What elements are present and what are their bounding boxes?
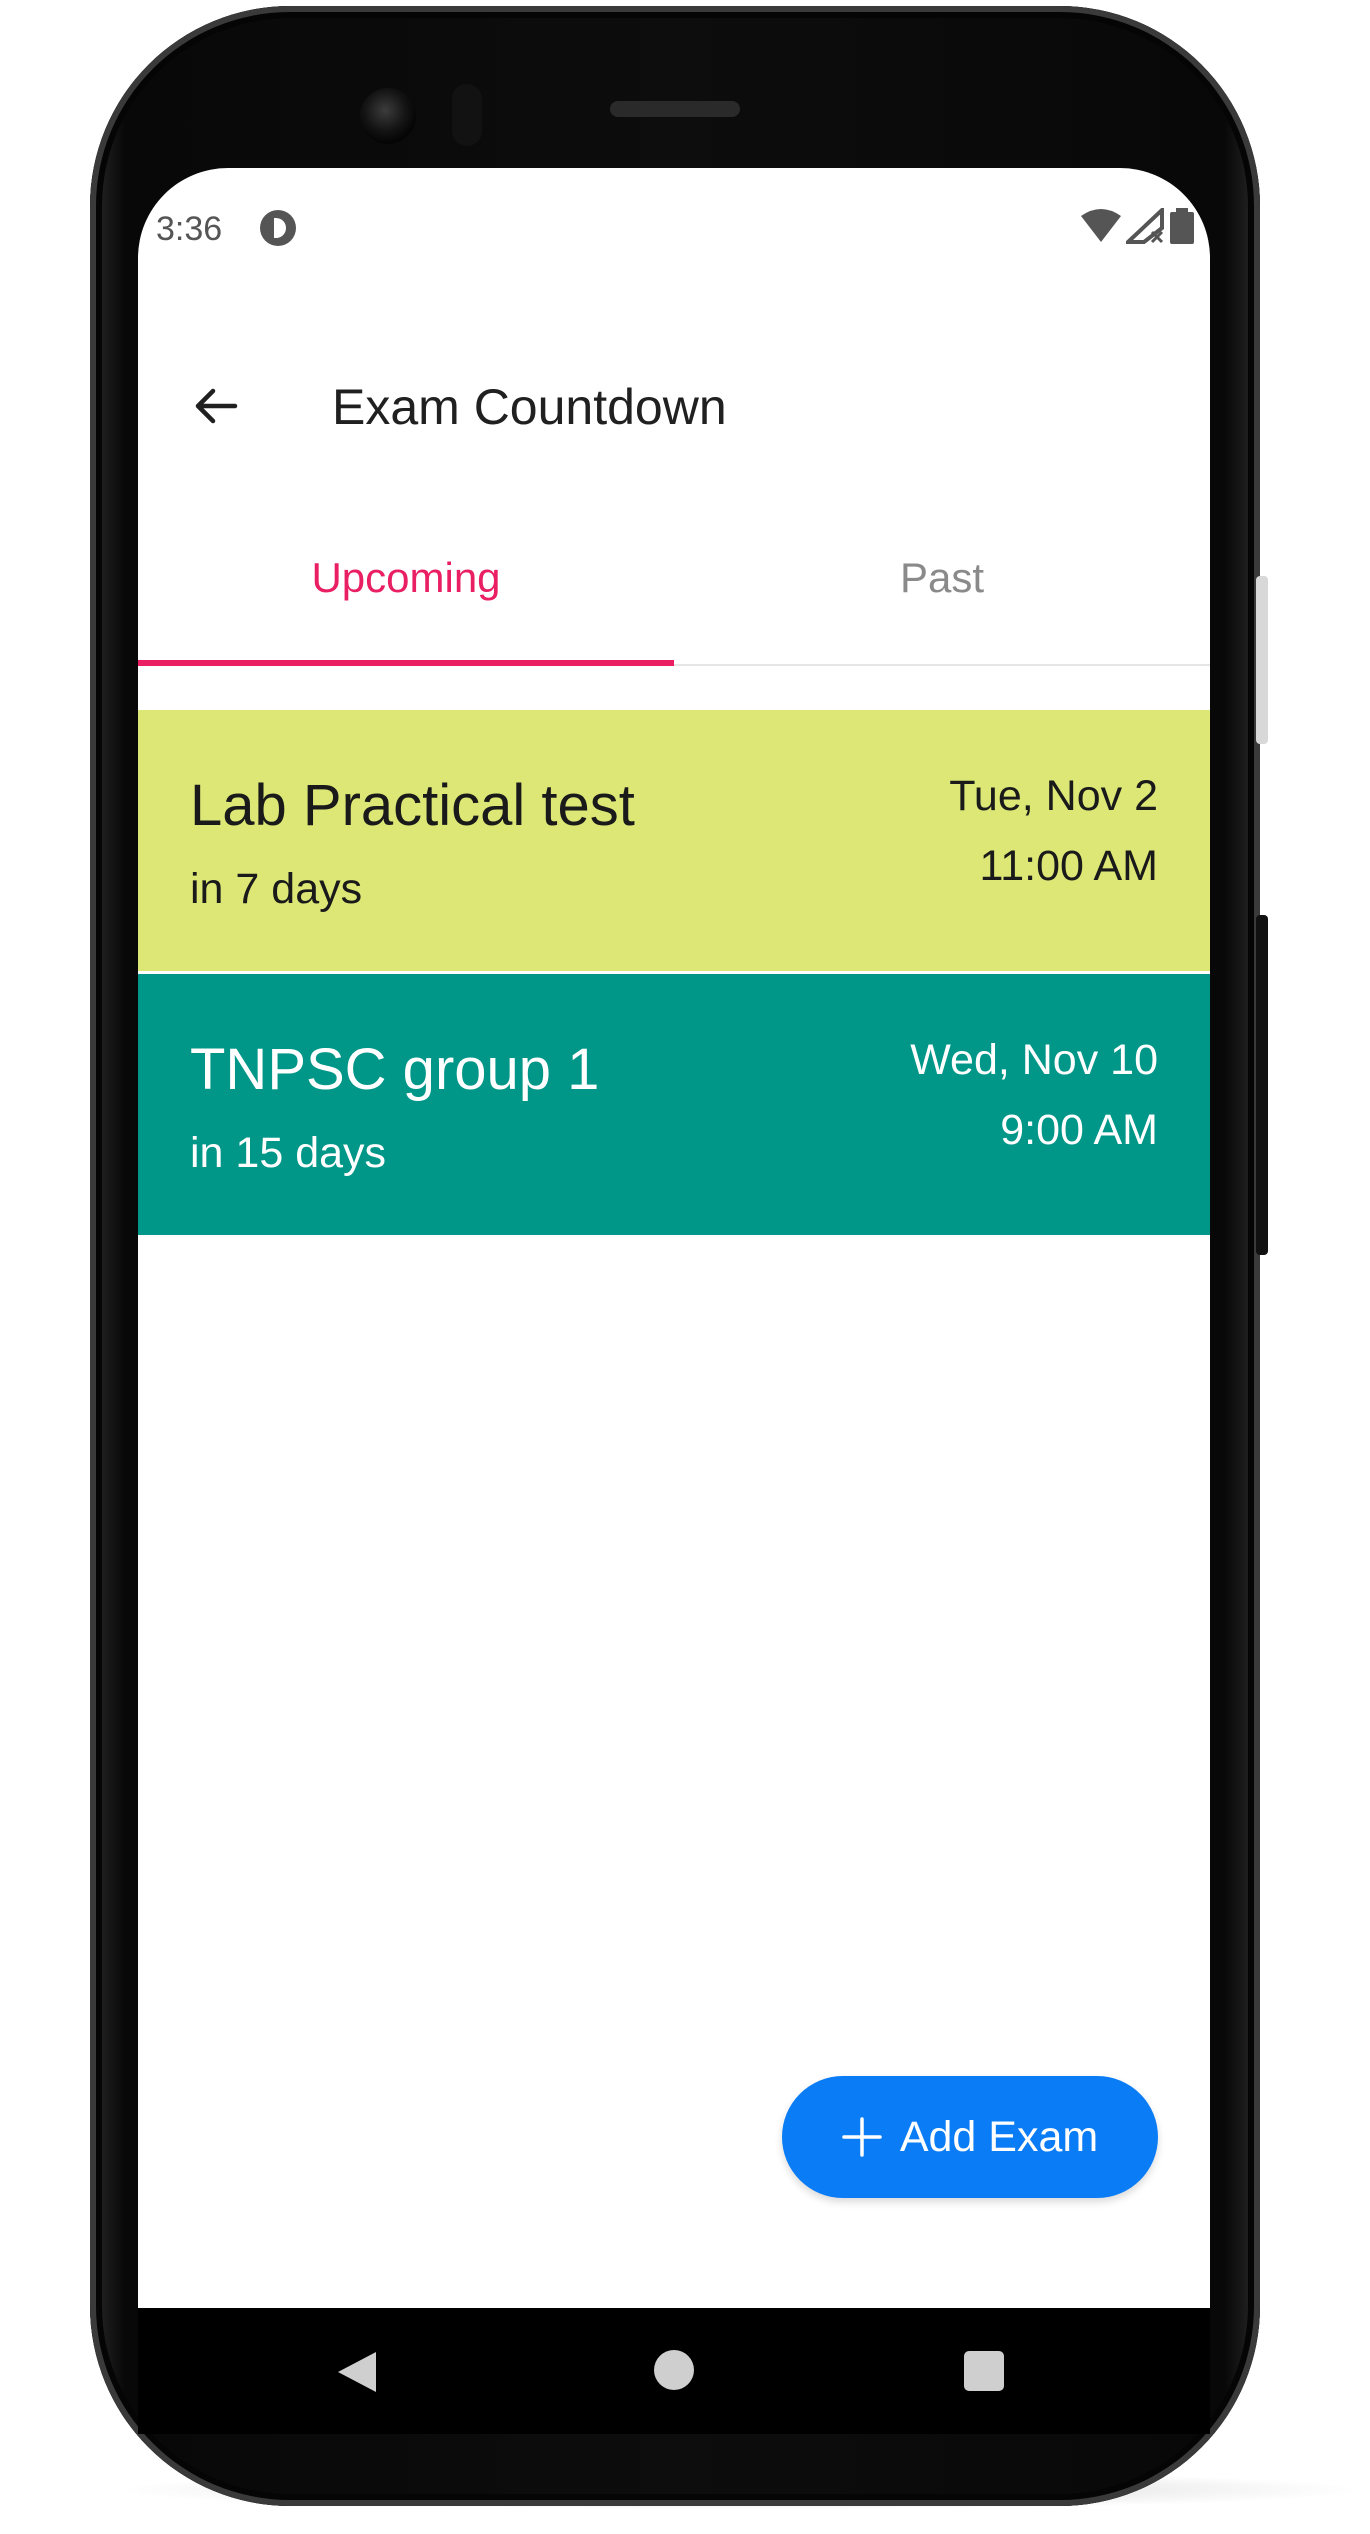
nav-back-icon[interactable] xyxy=(336,2350,378,2394)
nav-recents-icon[interactable] xyxy=(964,2351,1004,2391)
exam-countdown: in 7 days xyxy=(190,865,363,913)
app-notification-icon xyxy=(260,210,296,246)
tab-label: Past xyxy=(899,554,985,601)
tab-past[interactable]: Past xyxy=(674,518,1210,664)
back-button[interactable] xyxy=(178,368,254,444)
exam-list: Lab Practical test in 7 days Tue, Nov 2 … xyxy=(138,710,1210,1238)
tab-indicator xyxy=(138,660,674,666)
battery-icon xyxy=(1170,208,1194,244)
tab-bar: Upcoming Past xyxy=(138,518,1210,666)
exam-time: 9:00 AM xyxy=(1000,1106,1158,1154)
plus-icon xyxy=(842,2117,882,2157)
arrow-back-icon xyxy=(195,388,238,424)
nav-home-icon[interactable] xyxy=(654,2350,694,2390)
wifi-icon xyxy=(1081,209,1122,242)
exam-countdown: in 15 days xyxy=(190,1129,387,1177)
screen: 3:36 Exam Countdown Upcoming Past Lab Pr… xyxy=(138,168,1210,2308)
tab-upcoming[interactable]: Upcoming xyxy=(138,518,674,664)
cellular-no-signal-icon xyxy=(1125,208,1164,244)
add-exam-label: Add Exam xyxy=(899,2112,1099,2161)
system-nav-bar xyxy=(138,2308,1210,2434)
exam-card[interactable]: TNPSC group 1 in 15 days Wed, Nov 10 9:0… xyxy=(138,974,1210,1238)
tab-label: Upcoming xyxy=(311,554,501,601)
exam-card[interactable]: Lab Practical test in 7 days Tue, Nov 2 … xyxy=(138,710,1210,974)
power-button xyxy=(1256,576,1268,744)
earpiece-speaker xyxy=(610,101,740,117)
exam-name: Lab Practical test xyxy=(190,773,635,838)
app-bar: Exam Countdown xyxy=(138,338,1210,478)
volume-button xyxy=(1256,915,1268,1255)
exam-date: Tue, Nov 2 xyxy=(949,772,1158,820)
page-title: Exam Countdown xyxy=(332,379,727,435)
status-bar: 3:36 xyxy=(138,168,1210,288)
proximity-sensor xyxy=(452,84,482,146)
status-icons xyxy=(1081,208,1194,248)
exam-date: Wed, Nov 10 xyxy=(910,1036,1158,1084)
exam-name: TNPSC group 1 xyxy=(190,1037,600,1102)
exam-time: 11:00 AM xyxy=(979,842,1159,890)
status-time: 3:36 xyxy=(156,210,223,248)
add-exam-button[interactable]: Add Exam xyxy=(782,2076,1158,2198)
front-camera xyxy=(360,88,416,144)
